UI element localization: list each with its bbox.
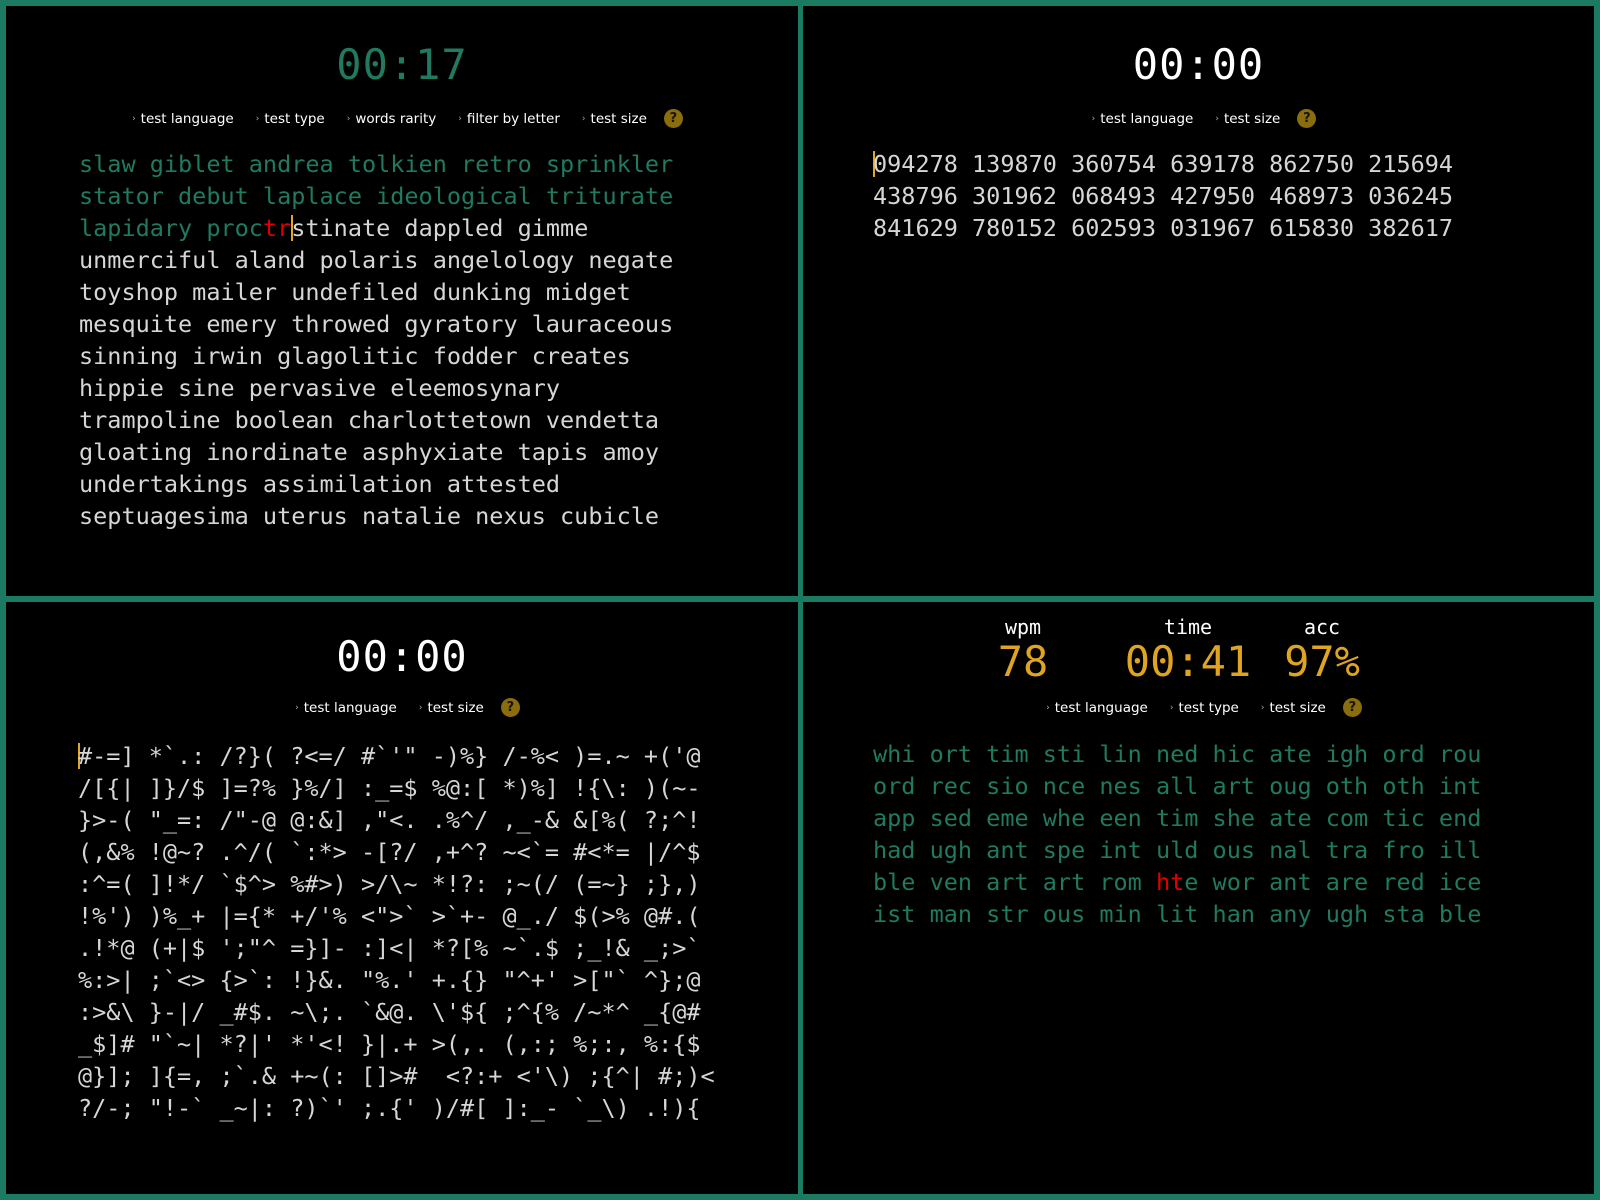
acc-label: acc [1303,615,1341,639]
symbols-test-panel[interactable]: 00:00 › test language › test size ? #-=] *… [6,602,798,1194]
menu-label: test size [1269,699,1326,716]
menu-label: test size [427,699,484,716]
chevron-right-icon: › [132,113,136,124]
chevron-right-icon: › [1046,702,1050,713]
wpm-value: 78 [997,637,1049,686]
chevron-right-icon: › [581,113,586,124]
results-panel[interactable]: wpm 78 time 00:41 acc 97% › test language… [803,602,1594,1194]
words-test-panel[interactable]: 00:17 › test language › test type › words r… [6,6,798,596]
acc-stat: acc 97% [1277,616,1367,686]
chevron-right-icon: › [1215,113,1219,124]
timer: 00:17 [336,40,468,89]
error-text: ht [1155,868,1185,896]
chevron-right-icon: › [1260,702,1265,713]
chevron-right-icon: › [418,702,423,713]
menu-test-language[interactable]: › test language [1092,111,1194,127]
menu-words-rarity[interactable]: › words rarity [347,111,437,127]
numbers-test-panel[interactable]: 00:00 › test language › test size ? 094278… [803,6,1594,596]
menu-test-type[interactable]: › test type [1170,700,1239,716]
remaining-text: #-=] *`.: /?}( ?<=/ #`'" -)%} /-%< )=.~ … [78,742,715,1122]
chevron-right-icon: › [458,113,462,124]
time-stat: time 00:41 [1103,616,1273,686]
menu-filter-by-letter[interactable]: › filter by letter [458,111,560,127]
menu-label: test language [303,699,397,716]
stats-bar: wpm 78 time 00:41 acc 97% [803,616,1594,686]
menu-label: filter by letter [466,110,560,127]
timer: 00:00 [336,632,468,681]
menu-label: test size [590,110,647,127]
chevron-right-icon: › [346,113,351,124]
options-menu: › test language › test type › words rarity … [6,109,798,128]
app-grid: 00:17 › test language › test type › words r… [0,0,1600,1200]
menu-label: test size [1223,110,1281,127]
typing-text[interactable]: #-=] *`.: /?}( ?<=/ #`'" -)%} /-%< )=.~ … [78,740,715,1124]
options-menu: › test language › test type › test size ? [803,698,1594,717]
time-value: 00:41 [1124,637,1252,686]
options-menu: › test language › test size ? [803,109,1594,128]
acc-value: 97% [1284,637,1360,686]
help-button[interactable]: ? [663,109,683,128]
time-label: time [1163,615,1213,639]
menu-label: words rarity [355,110,437,127]
menu-label: test type [1178,699,1239,716]
wpm-stat: wpm 78 [988,616,1058,686]
wpm-label: wpm [1004,615,1042,639]
typing-text[interactable]: whi ort tim sti lin ned hic ate igh ord … [873,738,1481,930]
menu-test-size[interactable]: › test size [419,700,484,716]
menu-label: test type [264,110,325,127]
menu-test-language[interactable]: › test language [295,700,397,716]
menu-test-size[interactable]: › test size [582,111,647,127]
menu-label: test language [1100,110,1194,127]
typing-text[interactable]: 094278 139870 360754 639178 862750 21569… [873,148,1453,244]
menu-test-size[interactable]: › test size [1261,700,1326,716]
menu-test-size[interactable]: › test size [1215,111,1280,127]
remaining-text: stinate dappled gimme unmerciful aland p… [79,214,674,530]
timer: 00:00 [1132,40,1265,89]
remaining-text: 094278 139870 360754 639178 862750 21569… [873,150,1454,242]
chevron-right-icon: › [1169,702,1174,713]
help-button[interactable]: ? [1342,698,1362,717]
error-text: tr [262,214,292,242]
menu-label: test language [140,110,234,127]
menu-test-language[interactable]: › test language [1046,700,1148,716]
options-menu: › test language › test size ? [6,698,798,717]
chevron-right-icon: › [295,702,299,713]
help-button[interactable]: ? [1297,109,1317,128]
help-button[interactable]: ? [500,698,520,717]
typing-text[interactable]: slaw giblet andrea tolkien retro sprinkl… [79,148,673,532]
menu-label: test language [1054,699,1148,716]
menu-test-language[interactable]: › test language [132,111,234,127]
menu-test-type[interactable]: › test type [256,111,325,127]
chevron-right-icon: › [1091,113,1096,124]
chevron-right-icon: › [255,113,260,124]
